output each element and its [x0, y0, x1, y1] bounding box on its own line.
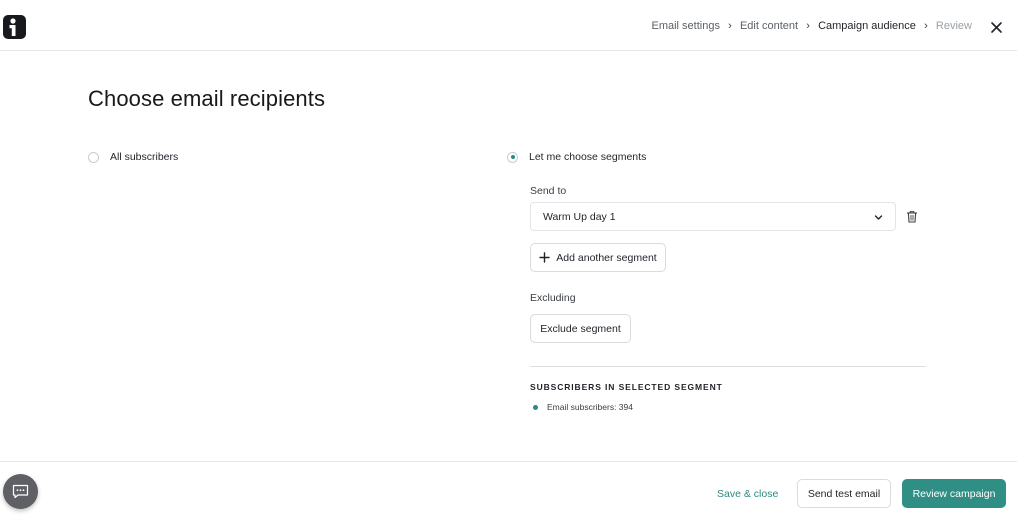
review-campaign-label: Review campaign [912, 487, 996, 500]
subscriber-count-text: Email subscribers: 394 [547, 402, 633, 412]
radio-button-selected[interactable] [507, 151, 518, 163]
chevron-down-icon [874, 215, 883, 220]
chevron-right-icon: › [924, 20, 928, 32]
status-dot-icon [533, 404, 538, 410]
subscriber-summary-heading: SUBSCRIBERS IN SELECTED SEGMENT [530, 382, 723, 392]
chevron-right-icon: › [806, 20, 810, 32]
exclude-segment-label: Exclude segment [540, 322, 621, 335]
breadcrumb-campaign-audience[interactable]: Campaign audience [818, 20, 916, 32]
brand-logo-icon[interactable] [3, 15, 26, 39]
trash-icon[interactable] [906, 210, 918, 223]
excluding-label: Excluding [530, 292, 576, 304]
breadcrumb-edit-content[interactable]: Edit content [740, 20, 798, 32]
breadcrumb-review: Review [935, 20, 972, 32]
send-test-email-button[interactable]: Send test email [797, 479, 891, 508]
segment-select-value: Warm Up day 1 [543, 210, 616, 223]
add-segment-button[interactable]: Add another segment [530, 243, 666, 272]
chat-icon[interactable] [3, 474, 38, 509]
divider [530, 366, 926, 367]
exclude-segment-button[interactable]: Exclude segment [530, 314, 631, 343]
send-to-label: Send to [530, 185, 567, 197]
subscriber-count: Email subscribers: 394 [533, 402, 633, 412]
segment-select[interactable]: Warm Up day 1 [530, 202, 896, 231]
send-test-email-label: Send test email [807, 487, 881, 500]
close-icon[interactable] [988, 19, 1005, 36]
save-close-button[interactable]: Save & close [717, 488, 778, 500]
plus-icon [539, 252, 550, 263]
radio-all-subscribers[interactable]: All subscribers [88, 151, 178, 163]
review-campaign-button[interactable]: Review campaign [902, 479, 1006, 508]
radio-label: All subscribers [110, 151, 179, 163]
breadcrumb-email-settings[interactable]: Email settings [651, 20, 719, 32]
breadcrumb: Email settings › Edit content › Campaign… [651, 20, 972, 32]
chevron-right-icon: › [728, 20, 732, 32]
add-segment-label: Add another segment [556, 251, 657, 264]
page-title: Choose email recipients [88, 86, 326, 111]
radio-choose-segments[interactable]: Let me choose segments [507, 151, 646, 163]
radio-button[interactable] [88, 151, 99, 163]
radio-label: Let me choose segments [529, 151, 647, 163]
top-bar: Email settings › Edit content › Campaign… [0, 0, 1017, 51]
